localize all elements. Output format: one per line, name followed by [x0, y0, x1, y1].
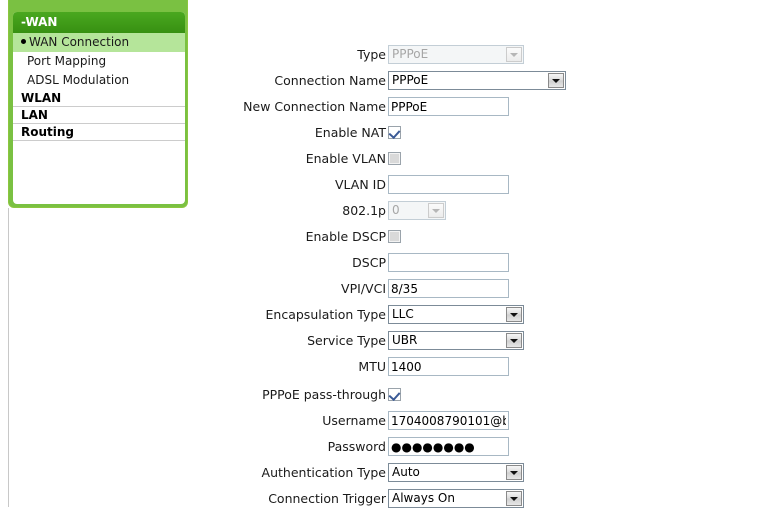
sidebar-panel: -WAN WAN Connection Port Mapping ADSL Mo…: [8, 0, 188, 208]
label-service-type: Service Type: [307, 333, 386, 348]
sidebar-section-label-routing: Routing: [21, 125, 75, 139]
vpi-vci-input[interactable]: [388, 279, 509, 298]
authentication-type-select[interactable]: Auto: [388, 463, 524, 482]
sidebar-section-label-lan: LAN: [21, 108, 48, 122]
connection-trigger-select-value: Always On: [392, 491, 455, 505]
dot1p-priority-select-value: 0: [392, 203, 400, 217]
label-vlan-id: VLAN ID: [335, 177, 386, 192]
sidebar-group-header-wan[interactable]: -WAN: [13, 12, 185, 33]
form-row-authentication-type: Authentication Type Auto: [196, 463, 782, 489]
form-row-username: Username: [196, 411, 782, 437]
sidebar-item-label-port-mapping: Port Mapping: [27, 54, 107, 68]
sidebar-item-label-wan-connection: WAN Connection: [29, 35, 130, 49]
type-select: PPPoE: [388, 45, 524, 64]
sidebar-item-adsl-modulation[interactable]: ADSL Modulation: [13, 71, 185, 90]
authentication-type-select-value: Auto: [392, 465, 420, 479]
form-row-dscp: DSCP: [196, 253, 782, 279]
chevron-down-icon[interactable]: [506, 465, 522, 480]
enable-nat-checkbox[interactable]: [388, 126, 401, 140]
service-type-select-value: UBR: [392, 333, 418, 347]
form-row-service-type: Service Type UBR: [196, 331, 782, 357]
form-row-connection-name: Connection Name PPPoE: [196, 71, 782, 97]
sidebar-section-lan[interactable]: LAN: [13, 107, 185, 124]
username-input[interactable]: [388, 411, 509, 430]
label-encapsulation-type: Encapsulation Type: [265, 307, 386, 322]
chevron-down-icon[interactable]: [506, 307, 522, 322]
form-row-enable-vlan: Enable VLAN: [196, 149, 782, 175]
chevron-down-icon[interactable]: [548, 73, 564, 88]
chevron-down-icon[interactable]: [506, 491, 522, 506]
label-vpi-vci: VPI/VCI: [341, 281, 386, 296]
form-row-8021p: 802.1p 0: [196, 201, 782, 227]
service-type-select[interactable]: UBR: [388, 331, 524, 350]
encapsulation-type-select-value: LLC: [392, 307, 414, 321]
chevron-down-icon: [506, 47, 522, 62]
new-connection-name-input[interactable]: [388, 97, 509, 116]
form-row-vpi-vci: VPI/VCI: [196, 279, 782, 305]
label-dscp: DSCP: [352, 255, 386, 270]
sidebar-item-wan-connection[interactable]: WAN Connection: [13, 33, 185, 52]
label-mtu: MTU: [358, 359, 386, 374]
sidebar-group-header-label: -WAN: [21, 15, 58, 29]
form-row-enable-nat: Enable NAT: [196, 123, 782, 149]
sidebar-section-label-wlan: WLAN: [21, 91, 62, 105]
wan-connection-form: Type PPPoE Connection Name PPPoE New Con…: [196, 0, 782, 508]
label-connection-name: Connection Name: [274, 73, 386, 88]
label-new-connection-name: New Connection Name: [243, 99, 386, 114]
form-row-pppoe-pass-through: PPPoE pass-through: [196, 385, 782, 411]
sidebar-item-label-adsl-modulation: ADSL Modulation: [27, 73, 130, 87]
connection-name-select-value: PPPoE: [392, 73, 429, 87]
form-row-password: Password: [196, 437, 782, 463]
chevron-down-icon[interactable]: [506, 333, 522, 348]
type-select-value: PPPoE: [392, 47, 429, 61]
enable-vlan-checkbox[interactable]: [388, 152, 401, 165]
sidebar-divider-line: [8, 208, 9, 507]
form-row-type: Type PPPoE: [196, 45, 782, 71]
form-row-new-connection-name: New Connection Name: [196, 97, 782, 123]
label-type: Type: [357, 47, 386, 62]
form-row-vlan-id: VLAN ID: [196, 175, 782, 201]
form-row-mtu: MTU: [196, 357, 782, 383]
label-authentication-type: Authentication Type: [261, 465, 386, 480]
sidebar-section-routing[interactable]: Routing: [13, 124, 185, 141]
dscp-input[interactable]: [388, 253, 509, 272]
label-8021p: 802.1p: [342, 203, 386, 218]
label-enable-nat: Enable NAT: [314, 125, 386, 140]
label-enable-vlan: Enable VLAN: [305, 151, 386, 166]
sidebar-subitems: WAN Connection Port Mapping ADSL Modulat…: [13, 33, 185, 90]
chevron-down-icon: [428, 203, 444, 218]
label-password: Password: [327, 439, 386, 454]
encapsulation-type-select[interactable]: LLC: [388, 305, 524, 324]
label-connection-trigger: Connection Trigger: [268, 491, 386, 506]
form-row-enable-dscp: Enable DSCP: [196, 227, 782, 253]
vlan-id-input[interactable]: [388, 175, 509, 194]
label-pppoe-pass-through: PPPoE pass-through: [262, 387, 386, 402]
dot1p-priority-select: 0: [388, 201, 446, 220]
form-row-encapsulation-type: Encapsulation Type LLC: [196, 305, 782, 331]
sidebar-nav: -WAN WAN Connection Port Mapping ADSL Mo…: [13, 12, 185, 204]
form-row-connection-trigger: Connection Trigger Always On: [196, 489, 782, 515]
enable-dscp-checkbox[interactable]: [388, 230, 401, 243]
sidebar-section-wlan[interactable]: WLAN: [13, 90, 185, 107]
label-enable-dscp: Enable DSCP: [305, 229, 386, 244]
password-input[interactable]: [388, 437, 509, 456]
pppoe-pass-through-checkbox[interactable]: [388, 388, 401, 402]
label-username: Username: [322, 413, 386, 428]
connection-trigger-select[interactable]: Always On: [388, 489, 524, 508]
bullet-icon: [21, 39, 26, 44]
mtu-input[interactable]: [388, 357, 509, 376]
sidebar-item-port-mapping[interactable]: Port Mapping: [13, 52, 185, 71]
connection-name-select[interactable]: PPPoE: [388, 71, 566, 90]
